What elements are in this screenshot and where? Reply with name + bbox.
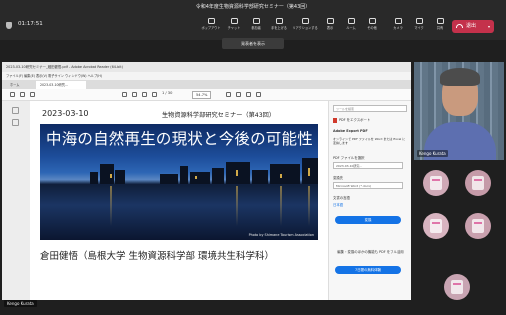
format-select[interactable]: Microsoft Word (*.docx) (333, 182, 403, 189)
tab-home[interactable]: ホーム (6, 81, 23, 89)
select-file-label: PDF ファイルを選択 (333, 156, 365, 160)
shield-icon (6, 22, 12, 29)
participant-avatar[interactable] (465, 213, 491, 239)
view-icon (326, 18, 334, 24)
acrobat-tabbar: ホーム 2023-03-10研究... (2, 80, 411, 89)
participant-avatar[interactable] (465, 170, 491, 196)
language-value[interactable]: 日本語 (333, 202, 343, 207)
reaction-button[interactable]: リアクションする (292, 17, 318, 37)
acrobat-tools-pane: ツールを検索 PDF をエクスポート Adobe Export PDF オンライ… (328, 101, 411, 300)
search-icon[interactable] (30, 92, 35, 97)
self-video-label: Kengo Kurata (4, 300, 37, 307)
presenter-video[interactable]: Kengo Kurata (414, 62, 504, 160)
camera-icon (394, 18, 402, 24)
save-icon[interactable] (10, 92, 15, 97)
chat-icon (230, 18, 238, 24)
promo-text: 編集・変換のほかの機能も PDF をフル活用 (337, 250, 404, 254)
select-icon[interactable] (122, 92, 127, 97)
chevron-down-icon[interactable]: ▾ (488, 20, 490, 33)
sign-icon[interactable] (256, 92, 261, 97)
photo-credit: Photo by Shimane Tourism Association (248, 233, 314, 237)
thumbnails-icon[interactable] (12, 107, 19, 114)
share-button[interactable]: 共有 (427, 17, 453, 37)
more-button[interactable]: その他 (359, 17, 385, 37)
phone-icon (456, 24, 463, 28)
window-title: 令和4年度生物資源科学部研究セミナー（第43回） (0, 0, 506, 14)
export-header: PDF をエクスポート (333, 117, 370, 123)
more-icon (368, 18, 376, 24)
participant-avatar[interactable] (423, 170, 449, 196)
convert-button[interactable]: 変換 (335, 216, 401, 224)
shared-screen: 2023-03-10研究セミナー_蔵田健悟.pdf - Adobe Acroba… (2, 62, 411, 300)
raise-hand-icon (275, 18, 283, 24)
leave-button[interactable]: 退出 ▾ (452, 20, 494, 33)
slide-photo: 中海の自然再生の現状と今後の可能性 Photo by Shimane Touri… (40, 124, 318, 240)
slide: 2023-03-10 生物資源科学部研究セミナー（第43回） 中海の自然再生の現… (34, 103, 324, 300)
comment-icon[interactable] (226, 92, 231, 97)
convert-to-label: 変換先 (333, 176, 344, 180)
participant-avatar[interactable] (423, 213, 449, 239)
bookmark-icon[interactable] (12, 119, 19, 126)
participant-avatar[interactable] (444, 274, 470, 300)
acrobat-left-rail (2, 101, 30, 300)
raise-hand-button[interactable]: 手を上げる (266, 17, 292, 37)
zoom-in-icon[interactable] (152, 92, 157, 97)
teams-meeting-window: 令和4年度生物資源科学部研究セミナー（第43回） 01:17:51 ポップアウト… (0, 0, 506, 315)
tab-document[interactable]: 2023-03-10研究... (36, 81, 86, 89)
tools-search-input[interactable]: ツールを検索 (333, 105, 407, 112)
export-title: Adobe Export PDF (333, 129, 368, 133)
people-icon (252, 18, 260, 24)
free-trial-button[interactable]: 7日間の無料体験 (335, 266, 401, 274)
share-icon (436, 18, 444, 24)
page-indicator[interactable]: 1 / 30 (162, 91, 172, 95)
export-description: オンラインで PDF ファイルを Word または Excel に変換します (333, 137, 406, 145)
slide-title: 中海の自然再生の現状と今後の可能性 (46, 130, 313, 148)
presenter-name: Kengo Kurata (417, 150, 448, 157)
mic-icon (415, 18, 423, 24)
acrobat-menu: ファイル(F) 編集(E) 表示(V) 電子サイン ウィンドウ(W) ヘルプ(H… (2, 72, 411, 80)
meeting-timer: 01:17:51 (18, 21, 43, 27)
zoom-out-icon[interactable] (142, 92, 147, 97)
slide-date: 2023-03-10 (42, 109, 89, 118)
acrobat-title: 2023-03-10研究セミナー_蔵田健悟.pdf - Adobe Acroba… (2, 62, 411, 72)
selected-file-field[interactable]: 2023-03-10研究... (333, 162, 403, 169)
language-label: 文書の言語 (333, 196, 350, 200)
meeting-toolbar: 01:17:51 ポップアウト チャット 参加者 手を上げる リアクションする … (0, 14, 506, 40)
leave-label: 退出 (466, 23, 477, 29)
acrobat-toolbar: 1 / 30 54.7% (2, 89, 411, 101)
slide-author: 倉田健悟（島根大学 生物資源科学部 環境共生科学科） (40, 251, 275, 262)
pdf-icon (333, 117, 337, 123)
popout-icon (207, 18, 215, 24)
reaction-icon (301, 18, 309, 24)
speaker-view-tooltip[interactable]: 発表者を表示 (222, 38, 284, 49)
hand-icon[interactable] (132, 92, 137, 97)
zoom-level[interactable]: 54.7% (192, 91, 212, 99)
print-icon[interactable] (20, 92, 25, 97)
pen-icon[interactable] (236, 92, 241, 97)
slide-seminar: 生物資源科学部研究セミナー（第43回） (162, 112, 276, 119)
highlight-icon[interactable] (246, 92, 251, 97)
rooms-icon (347, 18, 355, 24)
